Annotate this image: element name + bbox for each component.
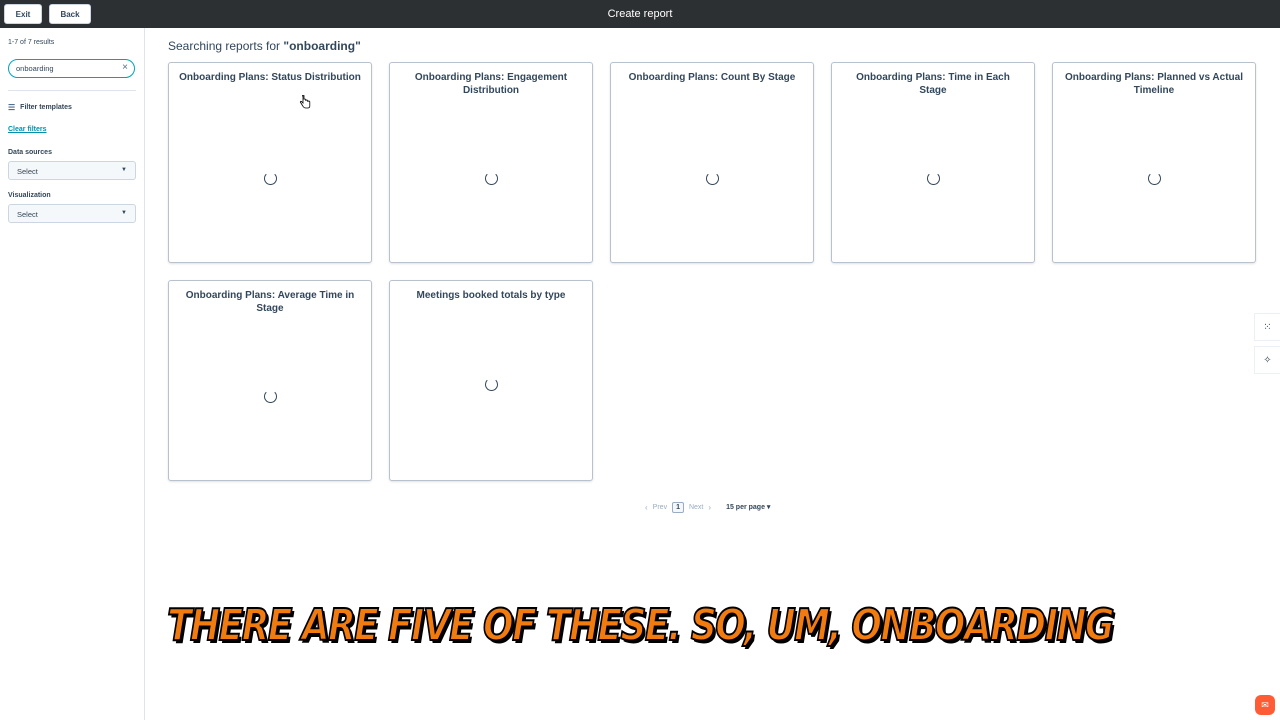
per-page-label: 15 per page	[726, 504, 765, 511]
chevron-right-icon[interactable]: ›	[708, 503, 711, 512]
ai-assistant-button[interactable]: ✧	[1254, 346, 1280, 374]
current-page[interactable]: 1	[672, 501, 684, 513]
hand-cursor-icon	[299, 95, 311, 109]
top-bar: Exit Back Create report	[0, 0, 1280, 28]
page-title: Create report	[607, 8, 673, 20]
data-sources-value: Select	[17, 167, 38, 176]
report-card[interactable]: Onboarding Plans: Planned vs Actual Time…	[1052, 62, 1256, 263]
grid-icon: ⁙	[1263, 321, 1272, 333]
report-card[interactable]: Onboarding Plans: Average Time in Stage	[168, 280, 372, 481]
report-card[interactable]: Onboarding Plans: Count By Stage	[610, 62, 814, 263]
help-button[interactable]: ✉	[1255, 695, 1275, 715]
loading-spinner-icon	[264, 172, 277, 185]
filter-templates-toggle[interactable]: ☰ Filter templates	[8, 103, 72, 112]
filter-templates-label: Filter templates	[20, 104, 72, 111]
report-card[interactable]: Onboarding Plans: Status Distribution	[168, 62, 372, 263]
results-count: 1-7 of 7 results	[8, 39, 55, 46]
caret-down-icon: ▼	[121, 167, 127, 173]
report-card-title: Onboarding Plans: Status Distribution	[179, 72, 361, 83]
loading-spinner-icon	[485, 172, 498, 185]
report-card[interactable]: Meetings booked totals by type	[389, 280, 593, 481]
pagination: ‹ Prev 1 Next › 15 per page ▾	[645, 500, 770, 514]
loading-spinner-icon	[485, 378, 498, 391]
visualization-value: Select	[17, 210, 38, 219]
loading-spinner-icon	[1148, 172, 1161, 185]
sidebar-divider	[8, 90, 136, 91]
close-icon[interactable]: ×	[122, 62, 128, 73]
loading-spinner-icon	[264, 390, 277, 403]
report-card[interactable]: Onboarding Plans: Time in Each Stage	[831, 62, 1035, 263]
video-caption: THERE ARE FIVE OF THESE. SO, UM, ONBOARD…	[166, 599, 1115, 652]
search-box[interactable]: ×	[8, 59, 135, 78]
next-page-button[interactable]: Next	[689, 504, 703, 511]
caret-down-icon: ▼	[121, 210, 127, 216]
report-card[interactable]: Onboarding Plans: Engagement Distributio…	[389, 62, 593, 263]
search-heading-prefix: Searching reports for	[168, 39, 284, 53]
sparkle-icon: ✧	[1263, 354, 1272, 366]
report-card-title: Onboarding Plans: Engagement Distributio…	[414, 72, 568, 96]
visualization-select[interactable]: Select ▼	[8, 204, 136, 223]
report-card-title: Meetings booked totals by type	[416, 290, 566, 301]
filter-icon: ☰	[8, 103, 16, 112]
search-input[interactable]	[16, 63, 116, 74]
report-card-title: Onboarding Plans: Count By Stage	[628, 72, 796, 83]
per-page-select[interactable]: 15 per page ▾	[726, 503, 770, 511]
report-card-title: Onboarding Plans: Time in Each Stage	[856, 72, 1010, 96]
grid-tool-button[interactable]: ⁙	[1254, 313, 1280, 341]
clear-filters-link[interactable]: Clear filters	[8, 126, 47, 133]
data-sources-select[interactable]: Select ▼	[8, 161, 136, 180]
help-icon: ✉	[1261, 699, 1269, 710]
visualization-label: Visualization	[8, 192, 51, 199]
search-heading: Searching reports for "onboarding"	[168, 39, 361, 53]
report-card-title: Onboarding Plans: Average Time in Stage	[185, 290, 355, 314]
loading-spinner-icon	[927, 172, 940, 185]
chevron-left-icon[interactable]: ‹	[645, 503, 648, 512]
search-heading-query: "onboarding"	[283, 39, 361, 53]
report-card-title: Onboarding Plans: Planned vs Actual Time…	[1065, 72, 1243, 96]
loading-spinner-icon	[706, 172, 719, 185]
data-sources-label: Data sources	[8, 149, 52, 156]
prev-page-button[interactable]: Prev	[653, 504, 667, 511]
